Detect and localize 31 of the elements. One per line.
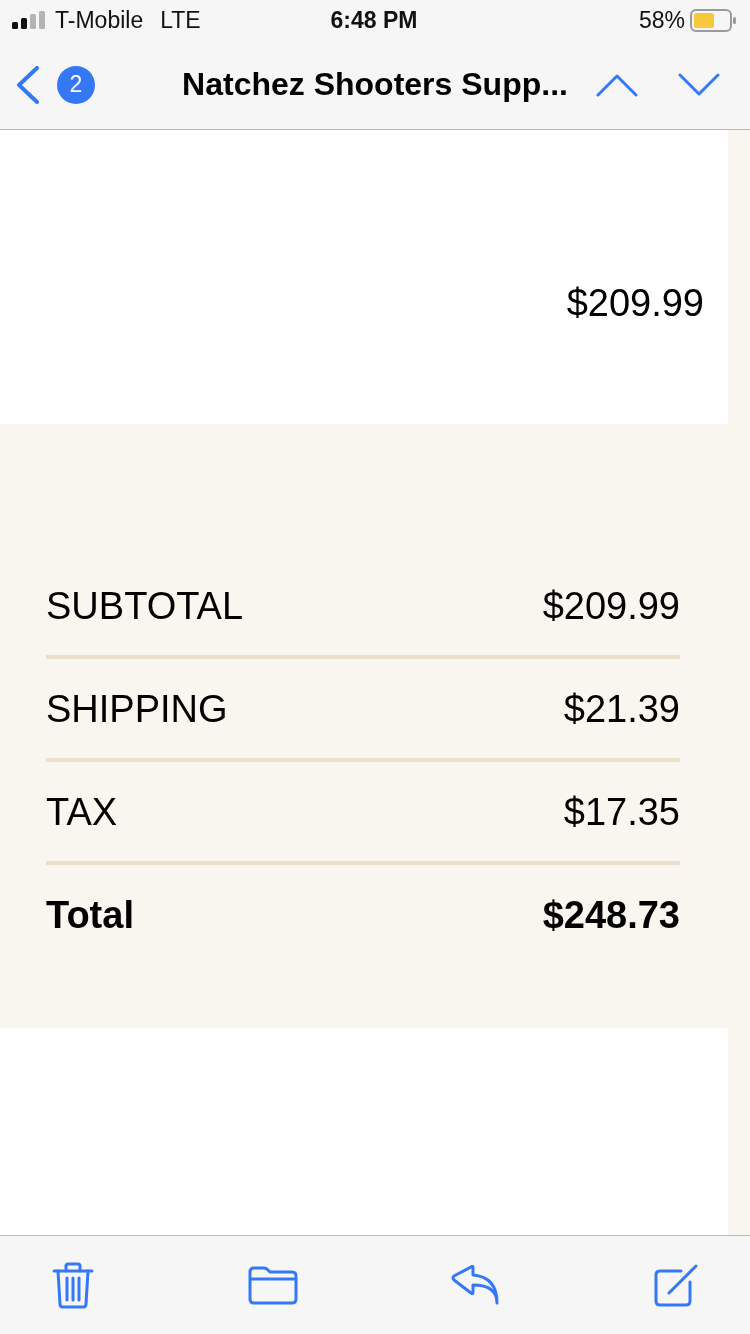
summary-label: SHIPPING [46, 687, 228, 731]
next-message-button[interactable] [678, 72, 720, 97]
summary-label: TAX [46, 790, 118, 834]
trash-icon [52, 1261, 94, 1309]
trash-button[interactable] [52, 1261, 94, 1309]
battery-percentage: 58% [638, 6, 685, 34]
previous-message-button[interactable] [596, 72, 638, 97]
reply-button[interactable] [451, 1265, 500, 1305]
chevron-down-icon [678, 72, 720, 97]
move-to-folder-button[interactable] [247, 1265, 298, 1305]
signal-icon [12, 11, 46, 29]
unread-count-badge: 2 [57, 65, 95, 104]
item-price: $209.99 [566, 281, 704, 325]
summary-label: SUBTOTAL [46, 584, 244, 628]
back-button[interactable] [16, 65, 40, 104]
total-label: Total [46, 893, 134, 937]
total-amount: $248.73 [542, 893, 680, 937]
email-subject-title: Natchez Shooters Supp... [182, 66, 568, 103]
battery-icon [690, 8, 736, 32]
compose-button[interactable] [652, 1263, 699, 1307]
carrier-name: T-Mobile [55, 6, 144, 34]
summary-amount: $209.99 [542, 584, 680, 628]
summary-amount: $17.35 [563, 790, 680, 834]
folder-icon [247, 1265, 298, 1305]
chevron-left-icon [16, 65, 40, 104]
summary-amount: $21.39 [563, 687, 680, 731]
compose-icon [652, 1263, 699, 1307]
network-type: LTE [160, 6, 201, 34]
chevron-up-icon [596, 72, 638, 97]
reply-arrow-icon [451, 1265, 500, 1305]
clock-time: 6:48 PM [330, 6, 418, 34]
